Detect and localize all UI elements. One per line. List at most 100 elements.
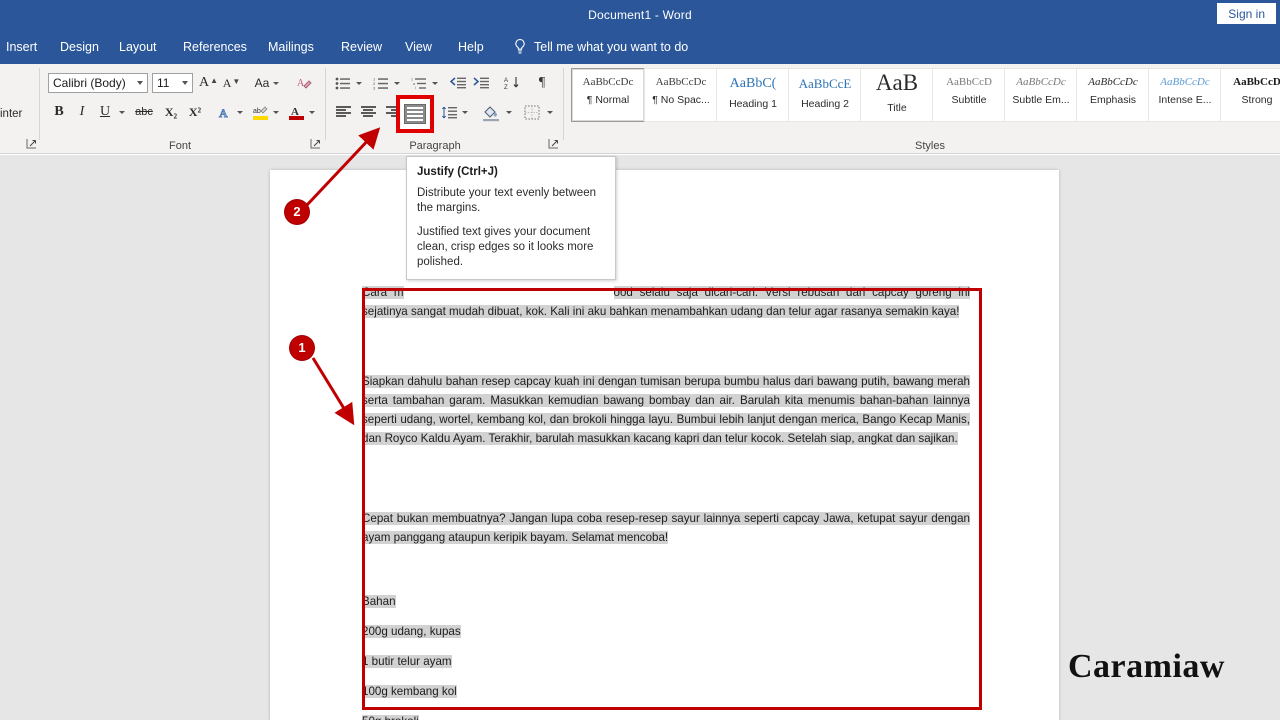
style-label: ¶ Normal bbox=[586, 94, 630, 106]
grow-font-button[interactable]: A ▲ bbox=[198, 73, 219, 93]
align-left-button[interactable] bbox=[332, 102, 354, 122]
clear-formatting-icon: A bbox=[297, 78, 312, 89]
style-subtle-emphasis[interactable]: AaBbCcDc Subtle Em... bbox=[1004, 68, 1078, 122]
bullets-button[interactable] bbox=[332, 73, 354, 93]
document-paragraph-1[interactable]: Cara m ood selalu saja dicari-cari. Versi… bbox=[362, 283, 970, 321]
subscript-button[interactable]: X₂ bbox=[159, 102, 183, 122]
font-size-combo[interactable]: 11 bbox=[152, 73, 193, 93]
style-heading-1[interactable]: AaBbC( Heading 1 bbox=[716, 68, 790, 122]
svg-text:A: A bbox=[219, 106, 228, 120]
paragraph-1-text-end: ood selalu saja dicari-cari. Versi rebus… bbox=[362, 286, 970, 318]
text-effects-dropdown[interactable] bbox=[234, 102, 246, 122]
shrink-font-button[interactable]: A ▼ bbox=[221, 73, 242, 93]
borders-button[interactable] bbox=[520, 102, 544, 122]
tab-references[interactable]: References bbox=[183, 30, 247, 64]
style-label: Emphasis bbox=[1089, 94, 1137, 106]
list-item[interactable]: 1 butir telur ayam bbox=[362, 652, 762, 671]
document-paragraph-2[interactable]: Siapkan dahulu bahan resep capcay kuah i… bbox=[362, 372, 970, 448]
tooltip-paragraph-2: Justified text gives your document clean… bbox=[417, 226, 594, 268]
clipboard-dialog-launcher[interactable] bbox=[26, 138, 37, 149]
tell-me-search[interactable]: Tell me what you want to do bbox=[534, 30, 688, 64]
document-paragraph-3[interactable]: Cepat bukan membuatnya? Jangan lupa coba… bbox=[362, 509, 970, 547]
align-center-button[interactable] bbox=[357, 102, 379, 122]
tab-help[interactable]: Help bbox=[458, 30, 484, 64]
list-item-label: 200g udang, kupas bbox=[362, 625, 461, 638]
line-spacing-button[interactable] bbox=[438, 102, 460, 122]
ribbon-content: inter Calibri (Body) 11 A ▲ A ▼ Aa A B I… bbox=[0, 64, 1280, 154]
italic-button[interactable]: I bbox=[71, 102, 93, 122]
clear-formatting-button[interactable]: A bbox=[292, 73, 316, 93]
justify-tooltip: Justify (Ctrl+J) Distribute your text ev… bbox=[406, 156, 616, 280]
font-name-combo[interactable]: Calibri (Body) bbox=[48, 73, 148, 93]
style-title[interactable]: AaB Title bbox=[860, 68, 934, 122]
numbering-button[interactable]: 1 2 3 bbox=[370, 73, 392, 93]
justify-button[interactable] bbox=[396, 95, 434, 133]
list-item[interactable]: Bahan bbox=[362, 592, 762, 611]
font-color-button[interactable]: A bbox=[285, 102, 307, 124]
tab-layout[interactable]: Layout bbox=[119, 30, 157, 64]
group-separator bbox=[563, 68, 564, 140]
font-color-dropdown[interactable] bbox=[306, 102, 318, 122]
style-strong[interactable]: AaBbCcD Strong bbox=[1220, 68, 1280, 122]
strikethrough-icon: abc bbox=[135, 106, 153, 118]
shading-dropdown[interactable] bbox=[503, 102, 515, 122]
highlight-color-dropdown[interactable] bbox=[270, 102, 282, 122]
lightbulb-icon bbox=[515, 38, 525, 54]
list-item[interactable]: 50g brokoli bbox=[362, 712, 762, 720]
style-subtitle[interactable]: AaBbCcD Subtitle bbox=[932, 68, 1006, 122]
style-preview: AaBbCcDc bbox=[1088, 76, 1138, 88]
text-effects-button[interactable]: A bbox=[213, 102, 235, 122]
superscript-button[interactable]: X² bbox=[183, 102, 207, 122]
style-normal[interactable]: AaBbCcDc ¶ Normal bbox=[571, 68, 645, 122]
style-emphasis[interactable]: AaBbCcDc Emphasis bbox=[1076, 68, 1150, 122]
increase-indent-button[interactable] bbox=[470, 73, 492, 93]
bold-button[interactable]: B bbox=[48, 102, 70, 122]
list-item[interactable]: 100g kembang kol bbox=[362, 682, 762, 701]
style-intense-emphasis[interactable]: AaBbCcDc Intense E... bbox=[1148, 68, 1222, 122]
style-no-spacing[interactable]: AaBbCcDc ¶ No Spac... bbox=[644, 68, 718, 122]
svg-text:Z: Z bbox=[504, 85, 508, 90]
tab-design[interactable]: Design bbox=[60, 30, 99, 64]
text-highlight-color-button[interactable]: ab bbox=[249, 102, 271, 124]
ribbon-tab-strip: Insert Design Layout References Mailings… bbox=[0, 30, 1280, 64]
line-spacing-dropdown[interactable] bbox=[459, 102, 471, 122]
show-formatting-marks-button[interactable]: ¶ bbox=[531, 73, 553, 93]
style-preview: AaBbC( bbox=[729, 76, 777, 91]
style-preview: AaBbCcDc bbox=[1016, 76, 1066, 88]
bullets-dropdown[interactable] bbox=[353, 73, 365, 93]
justify-icon bbox=[404, 104, 426, 124]
style-label: Subtitle bbox=[951, 94, 987, 106]
tab-view[interactable]: View bbox=[405, 30, 432, 64]
tab-review[interactable]: Review bbox=[341, 30, 382, 64]
multilevel-list-button[interactable]: 1 a i bbox=[408, 73, 430, 93]
paragraph-dialog-launcher[interactable] bbox=[548, 138, 559, 149]
tab-insert[interactable]: Insert bbox=[6, 30, 37, 64]
underline-dropdown[interactable] bbox=[116, 102, 128, 122]
borders-dropdown[interactable] bbox=[544, 102, 556, 122]
font-dialog-launcher[interactable] bbox=[310, 138, 321, 149]
sort-button[interactable]: AZ bbox=[500, 73, 524, 93]
strikethrough-button[interactable]: abc bbox=[131, 102, 157, 122]
tab-mailings[interactable]: Mailings bbox=[268, 30, 314, 64]
change-case-icon: Aa bbox=[254, 76, 270, 90]
shading-button[interactable] bbox=[479, 102, 503, 124]
format-painter-button[interactable]: inter bbox=[0, 108, 22, 120]
style-heading-2[interactable]: AaBbCcE Heading 2 bbox=[788, 68, 862, 122]
style-preview: AaBbCcD bbox=[946, 76, 992, 88]
decrease-indent-button[interactable] bbox=[447, 73, 469, 93]
list-item[interactable]: 200g udang, kupas bbox=[362, 622, 762, 641]
multilevel-list-dropdown[interactable] bbox=[429, 73, 441, 93]
italic-icon: I bbox=[79, 104, 85, 119]
style-preview: AaBbCcD bbox=[1233, 76, 1280, 88]
list-item-label: 100g kembang kol bbox=[362, 685, 457, 698]
ingredients-list[interactable]: Bahan 200g udang, kupas 1 butir telur ay… bbox=[362, 592, 762, 720]
shrink-font-icon: A bbox=[222, 76, 232, 90]
sign-in-button[interactable]: Sign in bbox=[1217, 3, 1276, 24]
numbering-icon: 1 2 3 bbox=[373, 77, 388, 90]
underline-button[interactable]: U bbox=[94, 102, 116, 122]
change-case-button[interactable]: Aa bbox=[250, 73, 284, 93]
document-page[interactable]: Cara m ood selalu saja dicari-cari. Versi… bbox=[270, 170, 1059, 720]
document-canvas[interactable]: Cara m ood selalu saja dicari-cari. Versi… bbox=[0, 155, 1280, 720]
numbering-dropdown[interactable] bbox=[391, 73, 403, 93]
style-label: Heading 1 bbox=[729, 98, 777, 110]
